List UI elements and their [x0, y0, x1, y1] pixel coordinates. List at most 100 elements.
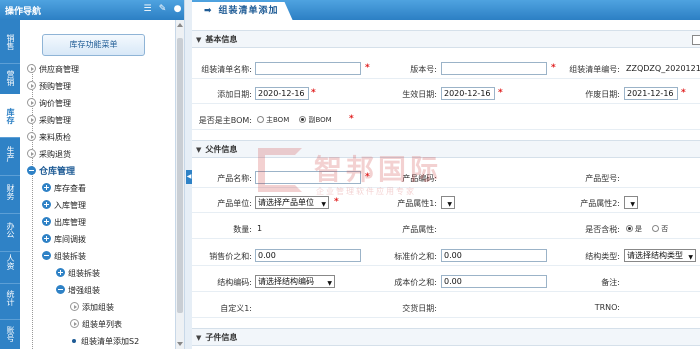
radio-main-bom[interactable]: 主BOM	[257, 115, 289, 124]
tree-item-warehouse[interactable]: 仓库管理	[27, 164, 75, 180]
scroll-up-icon[interactable]	[177, 23, 183, 27]
circle-arrow-icon	[70, 319, 79, 328]
chevron-down-icon: ▼	[321, 201, 326, 208]
form-row: 数量: 1 产品属性: 是否含税: 是 否	[192, 219, 700, 239]
tree-item-assembly-sub[interactable]: 组装拆装	[56, 266, 100, 282]
sales-sum-input[interactable]: 0.00	[255, 249, 361, 262]
tree-item-transfer[interactable]: 库间调拨	[42, 232, 86, 248]
form-row: 销售价之和: 0.00 标准价之和: 0.00 结构类型: 请选择结构类型 ▼	[192, 246, 700, 266]
collapse-triangle-icon: ▼	[196, 334, 202, 342]
radio-sub-bom[interactable]: 副BOM	[299, 115, 332, 124]
sales-sum-label: 销售价之和:	[209, 252, 252, 261]
cost-sum-label: 成本价之和:	[394, 278, 437, 287]
cost-sum-input[interactable]: 0.00	[441, 275, 547, 288]
section-basic-info[interactable]: ▼ 基本信息	[192, 30, 700, 48]
main-bom-radio-group: 主BOM 副BOM	[257, 115, 340, 125]
tree-item-qc[interactable]: 来料质检	[27, 130, 71, 146]
nav-header-icons: ☰ ✎ ●	[143, 4, 182, 14]
circle-arrow-icon	[27, 81, 36, 90]
scroll-down-icon[interactable]	[177, 342, 183, 346]
radio-tax-yes[interactable]: 是	[626, 224, 642, 233]
tree-item-prepurchase[interactable]: 预购管理	[27, 79, 71, 95]
form-row: 添加日期: 2020-12-16 * 生效日期: 2020-12-16 * 作废…	[192, 84, 700, 104]
structure-code-select[interactable]: 请选择结构编码 ▼	[255, 275, 335, 288]
nav-collapse-handle[interactable]: ◀	[184, 0, 192, 349]
scroll-thumb[interactable]	[177, 38, 183, 313]
radio-selected-icon	[626, 224, 633, 232]
tree-item-supplier[interactable]: 供应商管理	[27, 62, 79, 78]
tax-radio-group: 是 否	[626, 224, 676, 234]
form-row: 产品名称: * 产品编码: 产品型号:	[192, 168, 700, 188]
tree-item-return[interactable]: 采购退货	[27, 147, 71, 163]
circle-arrow-icon	[27, 132, 36, 141]
nav-scrollbar[interactable]	[176, 20, 184, 349]
product-attr2-label: 产品属性2:	[580, 199, 620, 208]
section-toggle-box[interactable]	[692, 35, 700, 45]
required-mark: *	[365, 63, 370, 73]
product-attr1-select[interactable]: ▼	[441, 196, 455, 209]
radio-tax-no[interactable]: 否	[652, 224, 668, 233]
product-unit-select[interactable]: 请选择产品单位 ▼	[255, 196, 329, 209]
settings-icon[interactable]: ✎	[158, 4, 167, 14]
required-mark: *	[498, 88, 503, 98]
vtab-account[interactable]: 账号	[0, 312, 20, 349]
circle-arrow-icon	[70, 302, 79, 311]
bom-name-input[interactable]	[255, 62, 361, 75]
tree-item-inquiry[interactable]: 询价管理	[27, 96, 71, 112]
version-input[interactable]	[441, 62, 547, 75]
required-mark: *	[365, 172, 370, 182]
plus-icon	[42, 200, 51, 209]
product-unit-label: 产品单位:	[217, 199, 252, 208]
list-icon[interactable]: ☰	[143, 4, 152, 14]
add-date-input[interactable]: 2020-12-16	[255, 87, 309, 100]
version-label: 版本号:	[410, 65, 437, 74]
section-parent-info[interactable]: ▼ 父件信息	[192, 140, 700, 158]
dot-icon	[72, 338, 76, 343]
product-attr2-select[interactable]: ▼	[624, 196, 638, 209]
tree-item-stock-view[interactable]: 库存查看	[42, 181, 86, 197]
form-row: 组装清单名称: * 版本号: * 组装清单编号: ZZQDZQ_20201216	[192, 59, 700, 79]
tax-label: 是否含税:	[585, 225, 620, 234]
void-date-input[interactable]: 2021-12-16	[624, 87, 678, 100]
arrow-right-icon: ➡	[204, 6, 213, 16]
circle-arrow-icon	[27, 149, 36, 158]
form-row: 自定义1: 交货日期: TRNO:	[192, 298, 700, 318]
user-icon[interactable]: ●	[173, 4, 182, 14]
tree-item-purchase[interactable]: 采购管理	[27, 113, 71, 129]
section-child-info[interactable]: ▼ 子件信息	[192, 328, 700, 346]
custom1-label: 自定义1:	[220, 304, 252, 313]
structure-code-label: 结构编码:	[217, 278, 252, 287]
plus-icon	[42, 217, 51, 226]
product-code-label: 产品编码:	[402, 174, 437, 183]
tree-item-assembly-bom-add[interactable]: 组装清单添加S2	[70, 334, 139, 349]
tree-item-add-assembly[interactable]: 添加组装	[70, 300, 114, 316]
circle-arrow-icon	[27, 98, 36, 107]
tree-item-assembly-list[interactable]: 组装单列表	[70, 317, 122, 333]
delivery-date-label: 交货日期:	[402, 304, 437, 313]
trno-label: TRNO:	[594, 303, 620, 312]
tree-item-outbound[interactable]: 出库管理	[42, 215, 86, 231]
effective-date-input[interactable]: 2020-12-16	[441, 87, 495, 100]
chevron-down-icon: ▼	[630, 201, 635, 208]
product-attr1-label: 产品属性1:	[397, 199, 437, 208]
required-mark: *	[311, 88, 316, 98]
inventory-menu-button[interactable]: 库存功能菜单	[42, 34, 145, 56]
tree-item-inbound[interactable]: 入库管理	[42, 198, 86, 214]
page-tab[interactable]: ➡ 组装清单添加	[192, 2, 293, 20]
structure-type-select[interactable]: 请选择结构类型 ▼	[624, 249, 696, 262]
tree-item-assembly[interactable]: 组装拆装	[42, 249, 86, 265]
nav-title: 操作导航	[5, 7, 42, 17]
add-date-label: 添加日期:	[217, 90, 252, 99]
product-name-input[interactable]	[255, 171, 361, 184]
standard-sum-label: 标准价之和:	[394, 252, 437, 261]
structure-type-label: 结构类型:	[585, 252, 620, 261]
plus-icon	[42, 183, 51, 192]
required-mark: *	[681, 88, 686, 98]
nav-header: 操作导航 ☰ ✎ ●	[0, 0, 186, 20]
page-title: 组装清单添加	[218, 6, 279, 16]
standard-sum-input[interactable]: 0.00	[441, 249, 547, 262]
form-row: 结构编码: 请选择结构编码 ▼ 成本价之和: 0.00 备注:	[192, 272, 700, 292]
tree-item-enhanced-assembly[interactable]: 增强组装	[56, 283, 100, 299]
effective-date-label: 生效日期:	[402, 90, 437, 99]
radio-icon	[652, 224, 660, 232]
